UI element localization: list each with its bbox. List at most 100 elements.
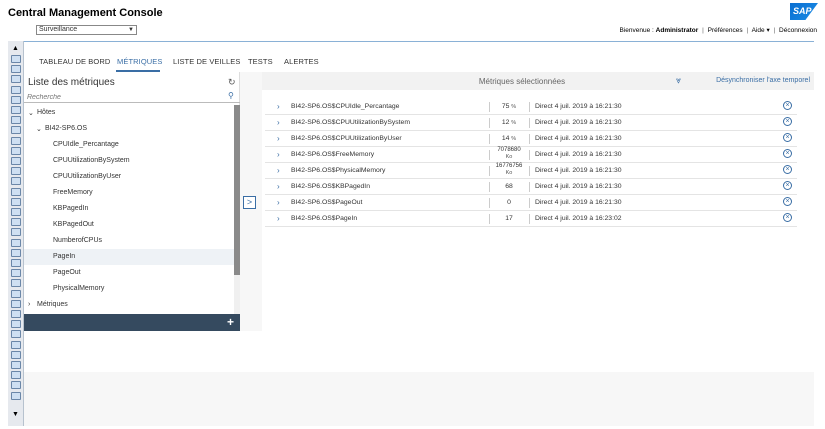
remove-metric-icon[interactable]: × xyxy=(783,117,792,126)
chevron-right-icon[interactable]: › xyxy=(277,166,280,175)
toolbar-tool-icon[interactable] xyxy=(11,269,21,278)
metric-name: BI42-SP6.OS$CPUIdle_Percantage xyxy=(291,103,400,110)
remove-metric-icon[interactable]: × xyxy=(783,213,792,222)
metric-row[interactable]: › BI42-SP6.OS$FreeMemory 7078680 Ko Direct 4… xyxy=(265,147,797,163)
tree-item[interactable]: ⌄ BI42-SP6.OS xyxy=(24,121,234,137)
toolbar-tool-icon[interactable] xyxy=(11,330,21,339)
toolbar-tool-icon[interactable] xyxy=(11,228,21,237)
view-select[interactable]: Surveillance ▼ xyxy=(36,25,137,35)
toolbar-tool-icon[interactable] xyxy=(11,85,21,94)
toolbar-tool-icon[interactable] xyxy=(11,55,21,63)
tree-item[interactable]: PageOut xyxy=(24,265,234,281)
tree-item[interactable]: CPUUtilizationBySystem xyxy=(24,153,234,169)
toolbar-tool-icon[interactable] xyxy=(11,208,21,216)
search-icon[interactable]: ⚲ xyxy=(228,91,234,100)
chevron-right-icon[interactable]: › xyxy=(277,150,280,159)
metric-row[interactable]: › BI42-SP6.OS$KBPagedIn 68 Direct 4 juil. … xyxy=(265,179,797,195)
toolbar-tool-icon[interactable] xyxy=(11,259,21,267)
toolbar-tool-icon[interactable] xyxy=(11,238,21,247)
tab-watchlists[interactable]: LISTE DE VEILLES xyxy=(173,57,240,66)
tree-item[interactable]: KBPagedIn xyxy=(24,201,234,217)
toolbar-tool-icon[interactable] xyxy=(11,187,21,196)
toolbar-tool-icon[interactable] xyxy=(11,167,21,176)
search-input[interactable] xyxy=(27,92,217,102)
metric-row[interactable]: › BI42-SP6.OS$CPUIdle_Percantage 75 % Direc… xyxy=(265,99,797,115)
toolbar-tool-icon[interactable] xyxy=(11,361,21,369)
tree-item[interactable]: FreeMemory xyxy=(24,185,234,201)
tree-item[interactable]: KBPagedOut xyxy=(24,217,234,233)
toolbar-tool-icon[interactable] xyxy=(11,279,21,288)
column-separator xyxy=(529,182,530,192)
toolbar-tool-icon[interactable] xyxy=(11,136,21,145)
toolbar-tool-icon[interactable] xyxy=(11,371,21,380)
tree-item[interactable]: CPUUtilizationByUser xyxy=(24,169,234,185)
toolbar-tool-icon[interactable] xyxy=(11,289,21,298)
metric-row[interactable]: › BI42-SP6.OS$PageOut 0 Direct 4 juil. 201… xyxy=(265,195,797,211)
desync-time-axis-link[interactable]: Désynchroniser l'axe temporel xyxy=(716,77,810,84)
toolbar-tool-icon[interactable] xyxy=(11,65,21,74)
logout-link[interactable]: Déconnexion xyxy=(779,27,817,34)
add-button[interactable]: + xyxy=(227,315,234,329)
tree-item[interactable]: ⌄ Hôtes xyxy=(24,105,234,121)
toolbar-tool-icon[interactable] xyxy=(11,116,21,125)
tree-item[interactable]: PhysicalMemory xyxy=(24,281,234,297)
chevron-right-icon[interactable]: › xyxy=(277,198,280,207)
tab-metrics[interactable]: MÉTRIQUES xyxy=(117,57,163,66)
toolbar-tool-icon[interactable] xyxy=(11,299,21,308)
chevron-right-icon[interactable]: › xyxy=(277,182,280,191)
toolbar-tool-icon[interactable] xyxy=(11,310,21,318)
collapse-icon[interactable]: ⩔ xyxy=(676,75,681,86)
toolbar-tool-icon[interactable] xyxy=(11,381,21,390)
scroll-down-icon[interactable]: ▼ xyxy=(12,411,19,418)
metric-row[interactable]: › BI42-SP6.OS$CPUUtilizationByUser 14 % Dir… xyxy=(265,131,797,147)
add-to-selection-button[interactable]: > xyxy=(243,196,256,209)
remove-metric-icon[interactable]: × xyxy=(783,133,792,142)
toolbar-tool-icon[interactable] xyxy=(11,106,21,114)
toolbar-tool-icon[interactable] xyxy=(11,75,21,84)
toolbar-tool-icon[interactable] xyxy=(11,340,21,349)
toolbar-tool-icon[interactable] xyxy=(11,157,21,165)
toolbar-tool-icon[interactable] xyxy=(11,126,21,135)
tree-item[interactable]: CPUIdle_Percantage xyxy=(24,137,234,153)
toolbar-tool-icon[interactable] xyxy=(11,218,21,227)
tab-dashboard[interactable]: TABLEAU DE BORD xyxy=(39,57,110,66)
refresh-icon[interactable]: ↻ xyxy=(228,77,236,88)
tree-item[interactable]: PageIn xyxy=(24,249,234,265)
column-separator xyxy=(489,118,490,128)
metrics-list-title: Liste des métriques xyxy=(28,77,115,88)
scroll-up-icon[interactable]: ▲ xyxy=(12,45,19,52)
metric-time: Direct 4 juil. 2019 à 16:21:30 xyxy=(535,167,622,174)
remove-metric-icon[interactable]: × xyxy=(783,165,792,174)
remove-metric-icon[interactable]: × xyxy=(783,149,792,158)
column-separator xyxy=(489,198,490,208)
toolbar-tool-icon[interactable] xyxy=(11,320,21,329)
column-separator xyxy=(489,182,490,192)
tab-alerts[interactable]: ALERTES xyxy=(284,57,319,66)
tab-tests[interactable]: TESTS xyxy=(248,57,273,66)
metric-value: 14 % xyxy=(491,135,527,142)
preferences-link[interactable]: Préférences xyxy=(708,27,743,34)
toolbar-tool-icon[interactable] xyxy=(11,177,21,186)
tree-item[interactable]: › Métriques xyxy=(24,297,234,313)
toolbar-tool-icon[interactable] xyxy=(11,95,21,104)
chevron-down-icon[interactable]: ⌄ xyxy=(36,125,42,133)
remove-metric-icon[interactable]: × xyxy=(783,181,792,190)
toolbar-tool-icon[interactable] xyxy=(11,391,21,400)
help-menu[interactable]: Aide ▾ xyxy=(752,27,770,34)
chevron-right-icon[interactable]: › xyxy=(277,214,280,223)
toolbar-tool-icon[interactable] xyxy=(11,197,21,206)
chevron-right-icon[interactable]: › xyxy=(28,301,30,308)
chevron-down-icon[interactable]: ⌄ xyxy=(28,109,34,117)
remove-metric-icon[interactable]: × xyxy=(783,197,792,206)
toolbar-tool-icon[interactable] xyxy=(11,146,21,155)
metric-row[interactable]: › BI42-SP6.OS$PageIn 17 Direct 4 juil. 201… xyxy=(265,211,797,227)
remove-metric-icon[interactable]: × xyxy=(783,101,792,110)
toolbar-tool-icon[interactable] xyxy=(11,248,21,257)
chevron-right-icon[interactable]: › xyxy=(277,118,280,127)
chevron-right-icon[interactable]: › xyxy=(277,134,280,143)
metric-row[interactable]: › BI42-SP6.OS$PhysicalMemory 16776756 Ko Dir… xyxy=(265,163,797,179)
tree-item[interactable]: NumberofCPUs xyxy=(24,233,234,249)
toolbar-tool-icon[interactable] xyxy=(11,350,21,359)
chevron-right-icon[interactable]: › xyxy=(277,102,280,111)
metric-row[interactable]: › BI42-SP6.OS$CPUUtilizationBySystem 12 % D… xyxy=(265,115,797,131)
